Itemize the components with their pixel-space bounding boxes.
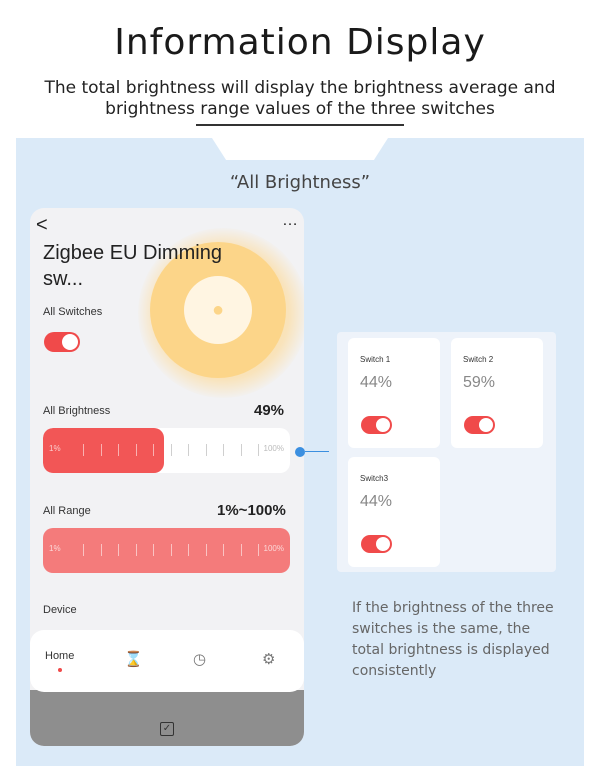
slider-tick [170,444,172,456]
switches-panel: Switch 1 44% Switch 2 59% Switch3 44% [337,332,556,572]
slider-tick [240,444,242,456]
explanation-note: If the brightness of the three switches … [352,600,554,679]
checkbox-icon[interactable]: ✓ [160,722,174,736]
connector-dot [295,447,305,457]
slider-tick [223,444,224,456]
all-brightness-value: 49% [254,402,285,419]
connector-line [305,451,329,452]
slider-tick [188,444,189,456]
device-name: Zigbee EU Dimming sw... [43,242,222,290]
slider-tick [153,544,154,556]
hourglass-icon[interactable]: ⌛ [124,650,143,668]
section-label: “All Brightness” [229,172,371,193]
slider-tick [258,444,259,456]
slider-tick [240,544,242,556]
page-subtitle: The total brightness will display the br… [44,78,556,119]
switch-2-toggle[interactable] [464,416,495,434]
screen-overlay [30,690,304,746]
slider-max-label: 100% [263,444,284,453]
panel-notch [212,138,388,160]
slider-tick [100,444,102,456]
all-range-value: 1%~100% [217,502,286,519]
range-max-label: 100% [263,544,284,553]
slider-tick [223,544,224,556]
slider-tick [135,544,137,556]
switch-value: 44% [360,374,393,391]
switch-name: Switch 1 [360,355,391,364]
slider-tick [258,544,259,556]
all-switches-label: All Switches [43,306,103,318]
more-icon[interactable]: … [282,212,299,230]
slider-tick [188,544,189,556]
slider-tick [83,544,84,556]
bulb-icon: ● [211,299,225,321]
clock-icon[interactable]: ◷ [193,650,206,668]
slider-tick [118,544,119,556]
all-range-slider[interactable]: 1% 100% [43,528,290,573]
switch-name: Switch 2 [463,355,494,364]
back-icon[interactable]: < [36,214,48,237]
slider-tick [205,444,207,456]
nav-active-dot [58,668,62,672]
slider-tick [118,444,119,456]
bottom-nav: Home ⌛ ◷ ⚙ [30,630,304,692]
gear-icon[interactable]: ⚙ [262,650,275,668]
switch-card-2: Switch 2 59% [451,338,543,448]
slider-tick [83,444,84,456]
all-range-label: All Range [43,505,91,517]
all-brightness-slider[interactable]: 1% 100% [43,428,290,473]
nav-home[interactable]: Home [45,650,74,662]
slider-tick [170,544,172,556]
switch-value: 59% [463,374,496,391]
range-ticks [43,528,290,573]
slider-tick [100,544,102,556]
slider-tick [153,444,154,456]
toggle-knob [376,537,390,551]
switch-name: Switch3 [360,474,389,483]
all-switches-toggle[interactable] [44,332,80,352]
device-section-label: Device [43,604,77,616]
range-min-label: 1% [49,544,61,553]
slider-tick [135,444,137,456]
switch-3-toggle[interactable] [361,535,392,553]
toggle-knob [376,418,390,432]
all-brightness-label: All Brightness [43,405,111,417]
page-title: Information Display [114,22,486,63]
switch-1-toggle[interactable] [361,416,392,434]
switch-card-3: Switch3 44% [348,457,440,567]
switch-value: 44% [360,493,393,510]
slider-min-label: 1% [49,444,61,453]
title-underline [196,124,404,126]
phone-screen: < … ● Zigbee EU Dimming sw... All Switch… [30,208,304,746]
slider-ticks [43,428,290,473]
toggle-knob [479,418,493,432]
toggle-knob [62,334,78,350]
slider-tick [205,544,207,556]
switch-card-1: Switch 1 44% [348,338,440,448]
